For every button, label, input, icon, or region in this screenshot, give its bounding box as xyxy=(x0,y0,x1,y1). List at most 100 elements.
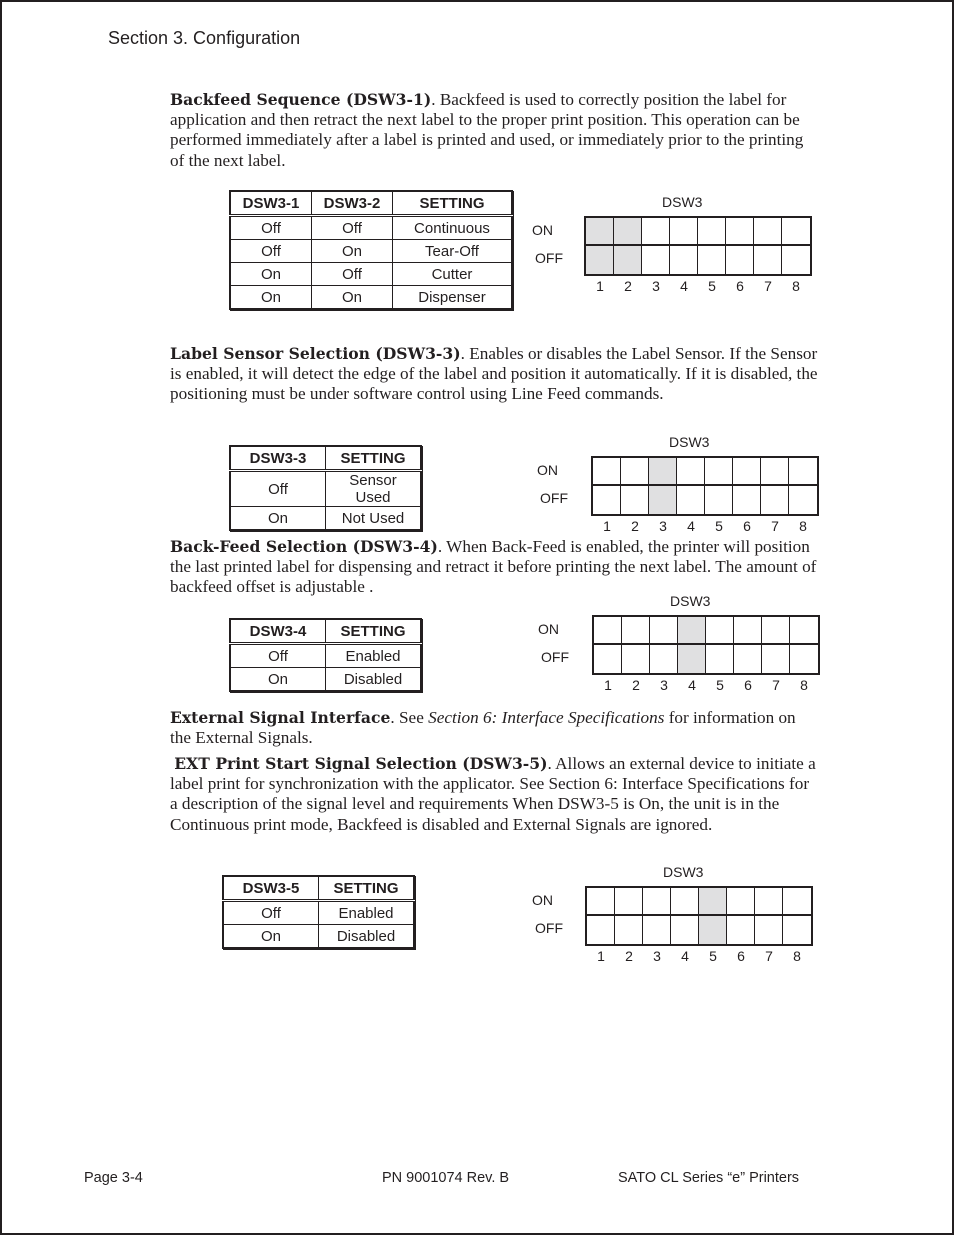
dip-switch-1 xyxy=(593,458,621,514)
switch-number: 4 xyxy=(687,518,695,534)
table-row: Off Enabled xyxy=(230,643,421,668)
back-feed-selection-paragraph: Back-Feed Selection (DSW3-4). When Back-… xyxy=(170,537,820,598)
switch-number: 4 xyxy=(680,278,688,294)
dip-switch-numbers: 1 2 3 4 5 6 7 8 xyxy=(593,518,817,534)
switch-number: 6 xyxy=(744,677,752,693)
switch-number: 3 xyxy=(653,948,661,964)
table-cell: Disabled xyxy=(343,670,403,688)
dip-switch-1 xyxy=(586,218,614,274)
table-row: Off Enabled xyxy=(223,900,414,925)
switch-number: 5 xyxy=(709,948,717,964)
ext-print-start-table: DSW3-5 SETTING Off Enabled On Disabled xyxy=(222,875,415,949)
dip-switch-7 xyxy=(761,458,789,514)
table-cell: Off xyxy=(311,262,393,286)
table-cell: On xyxy=(230,262,312,286)
table-row: Off Off Continuous xyxy=(230,215,512,240)
back-feed-selection-table: DSW3-4 SETTING Off Enabled On Disabled xyxy=(229,618,422,692)
table-header-row: DSW3-1 DSW3-2 SETTING xyxy=(230,191,512,217)
column-header: DSW3-1 xyxy=(230,191,312,217)
switch-number: 3 xyxy=(659,518,667,534)
ext-print-start-heading: EXT Print Start Signal Selection (DSW3-5… xyxy=(174,754,548,773)
switch-number: 2 xyxy=(631,518,639,534)
dip-switch-8 xyxy=(789,458,817,514)
switch-number: 2 xyxy=(624,278,632,294)
table-cell: Continuous xyxy=(392,215,512,240)
table-cell: On xyxy=(311,285,393,309)
dsw3-diagram-backfeed: DSW3 ON OFF 1 2 3 4 5 6 7 8 xyxy=(532,194,832,294)
dip-title: DSW3 xyxy=(669,434,710,450)
back-feed-selection-heading: Back-Feed Selection (DSW3-4) xyxy=(170,537,438,556)
dip-switch-5 xyxy=(698,218,726,274)
switch-number: 8 xyxy=(793,948,801,964)
table-row: Off Sensor Used xyxy=(230,470,421,507)
dip-on-label: ON xyxy=(532,892,553,908)
dip-switch-4 xyxy=(678,617,706,673)
dip-off-label: OFF xyxy=(540,490,568,506)
dip-switch-4 xyxy=(671,888,699,944)
switch-number: 3 xyxy=(660,677,668,693)
switch-number: 6 xyxy=(737,948,745,964)
dsw3-diagram-ext-print: DSW3 ON OFF 1 2 3 4 5 6 7 8 xyxy=(532,864,832,964)
table-cell: Tear-Off xyxy=(392,239,512,263)
column-header: SETTING xyxy=(325,446,421,472)
switch-number: 8 xyxy=(799,518,807,534)
table-header-row: DSW3-3 SETTING xyxy=(230,446,421,472)
dip-switch-block xyxy=(591,456,819,516)
table-cell: Off xyxy=(230,239,312,263)
switch-number: 3 xyxy=(652,278,660,294)
dip-switch-5 xyxy=(706,617,734,673)
column-header: DSW3-5 xyxy=(223,876,319,902)
external-signal-heading: External Signal Interface xyxy=(170,708,391,727)
table-cell: Off xyxy=(230,643,326,668)
switch-number: 5 xyxy=(708,278,716,294)
label-sensor-paragraph: Label Sensor Selection (DSW3-3). Enables… xyxy=(170,344,820,405)
dip-off-label: OFF xyxy=(535,250,563,266)
table-row: On Off Cutter xyxy=(230,262,512,286)
dip-switch-block xyxy=(585,886,813,946)
dip-title: DSW3 xyxy=(670,593,711,609)
switch-number: 4 xyxy=(681,948,689,964)
table-cell: Enabled xyxy=(318,900,414,925)
switch-number: 6 xyxy=(736,278,744,294)
footer-part-number: PN 9001074 Rev. B xyxy=(382,1170,510,1186)
table-cell: Dispenser xyxy=(418,288,486,306)
dip-switch-numbers: 1 2 3 4 5 6 7 8 xyxy=(587,948,811,964)
column-header: DSW3-4 xyxy=(230,619,326,645)
table-row: On On Dispenser xyxy=(230,285,512,309)
table-row: On Disabled xyxy=(230,667,421,691)
switch-number: 7 xyxy=(764,278,772,294)
switch-number: 1 xyxy=(604,677,612,693)
dip-switch-2 xyxy=(614,218,642,274)
switch-number: 1 xyxy=(596,278,604,294)
table-row: On Not Used xyxy=(230,506,421,530)
dip-switch-4 xyxy=(670,218,698,274)
table-cell: On xyxy=(230,667,326,691)
dip-switch-4 xyxy=(677,458,705,514)
section-header: Section 3. Configuration xyxy=(108,28,301,48)
table-header-row: DSW3-5 SETTING xyxy=(223,876,414,902)
dip-switch-6 xyxy=(733,458,761,514)
dip-switch-2 xyxy=(615,888,643,944)
label-sensor-table: DSW3-3 SETTING Off Sensor Used On Not Used xyxy=(229,445,422,531)
dip-on-label: ON xyxy=(538,621,559,637)
dip-switch-numbers: 1 2 3 4 5 6 7 8 xyxy=(594,677,818,693)
dsw3-diagram-back-feed: DSW3 ON OFF 1 2 3 4 5 6 7 8 xyxy=(538,593,838,693)
dip-switch-8 xyxy=(790,617,818,673)
dip-title: DSW3 xyxy=(662,194,703,210)
table-header-row: DSW3-4 SETTING xyxy=(230,619,421,645)
table-cell: On xyxy=(230,285,312,309)
dip-switch-1 xyxy=(587,888,615,944)
switch-number: 7 xyxy=(771,518,779,534)
backfeed-sequence-paragraph: Backfeed Sequence (DSW3-1). Backfeed is … xyxy=(170,90,820,171)
switch-number: 7 xyxy=(765,948,773,964)
switch-number: 8 xyxy=(800,677,808,693)
table-cell: Cutter xyxy=(392,262,512,286)
dip-switch-8 xyxy=(783,888,811,944)
dsw3-diagram-label-sensor: DSW3 ON OFF 1 2 3 4 5 6 7 8 xyxy=(537,434,837,534)
switch-number: 5 xyxy=(716,677,724,693)
table-cell: On xyxy=(311,239,393,263)
column-header: SETTING xyxy=(325,619,421,645)
dip-switch-5 xyxy=(705,458,733,514)
section6-reference: Section 6: Interface Specifications xyxy=(428,708,665,727)
switch-number: 1 xyxy=(597,948,605,964)
